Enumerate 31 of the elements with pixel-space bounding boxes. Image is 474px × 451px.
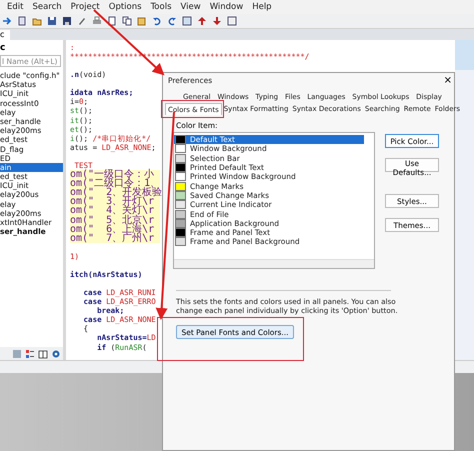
paste-icon[interactable] [137,16,147,26]
save-icon[interactable] [47,16,57,26]
menu-item[interactable]: Edit [7,2,24,12]
window-icon[interactable] [182,16,192,26]
save-icon[interactable] [62,16,72,26]
printer-icon[interactable] [92,16,102,26]
close-button[interactable]: × [444,74,452,86]
window-icon[interactable] [227,16,237,26]
folder-icon[interactable] [32,16,42,26]
arrow-icon[interactable] [2,16,12,26]
menu-item[interactable]: Window [210,2,244,12]
menu-item[interactable]: Help [252,2,272,12]
document-icon[interactable] [107,16,117,26]
redo-icon[interactable] [167,16,177,26]
arrow-up-icon[interactable] [197,16,207,26]
copy-icon[interactable] [122,16,132,26]
menu-item[interactable]: Tools [150,2,172,12]
menu-item[interactable]: View [180,2,201,12]
panel-title: c [0,42,6,55]
list-icon[interactable] [25,348,35,358]
menu-item[interactable]: Search [32,2,62,12]
arrow-down-icon[interactable] [212,16,222,26]
horizontal-scrollbar[interactable] [174,259,374,268]
pencil-icon[interactable] [77,16,87,26]
highlight-frame [161,100,224,118]
settings-icon[interactable] [51,348,61,358]
undo-icon[interactable] [152,16,162,26]
file-tab[interactable]: c [0,30,10,40]
menu-item[interactable]: Project [70,2,100,12]
menu-item[interactable]: Options [108,2,142,12]
document-icon[interactable] [17,16,27,26]
